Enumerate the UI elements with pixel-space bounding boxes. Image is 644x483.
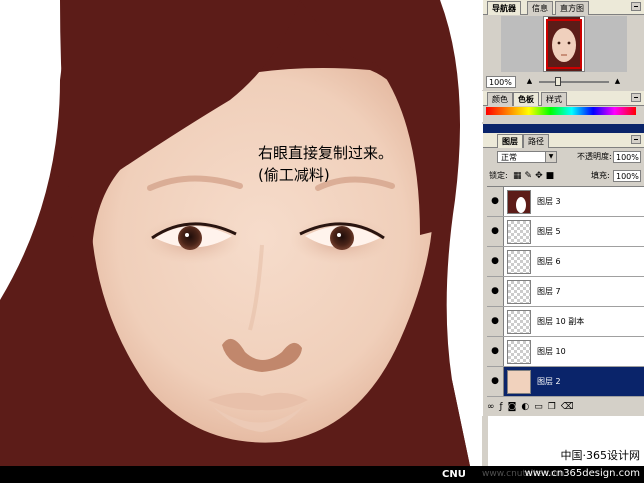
layer-name: 图层 10 副本 bbox=[537, 317, 585, 326]
layer-row[interactable]: ● 图层 10 bbox=[487, 337, 644, 367]
lock-transparency-icon[interactable]: ▦ bbox=[513, 171, 525, 181]
blend-mode-value: 正常 bbox=[501, 153, 517, 162]
navigator-preview bbox=[501, 16, 627, 72]
layers-menu-button[interactable] bbox=[631, 135, 641, 144]
tab-layers[interactable]: 图层 bbox=[497, 134, 523, 148]
view-box[interactable] bbox=[546, 19, 582, 69]
annotation-line-1: 右眼直接复制过来。 bbox=[258, 144, 394, 162]
fill-field[interactable]: 100% bbox=[613, 170, 641, 182]
watermark-top: 中国·365设计网 bbox=[560, 449, 641, 462]
chevron-down-icon: ▼ bbox=[545, 152, 556, 162]
layer-thumbnail bbox=[507, 280, 531, 304]
lock-paint-icon[interactable]: ✎ bbox=[525, 171, 536, 181]
layer-name: 图层 6 bbox=[537, 257, 561, 266]
fill-label: 填充: bbox=[591, 171, 610, 180]
trash-icon[interactable]: ⌫ bbox=[561, 402, 579, 412]
tab-info[interactable]: 信息 bbox=[527, 1, 553, 15]
layers-titlebar[interactable] bbox=[483, 124, 644, 133]
zoom-out-icon[interactable]: ▲ bbox=[525, 77, 534, 86]
new-layer-icon[interactable]: ❐ bbox=[548, 402, 561, 412]
folder-icon[interactable]: ▭ bbox=[534, 402, 548, 412]
swatch-strip[interactable] bbox=[486, 107, 636, 115]
layers-list: ● 图层 3 ● 图层 5 ● 图层 6 ● 图层 7 ● 图层 10 副本 ●… bbox=[487, 186, 644, 397]
swatches-menu-button[interactable] bbox=[631, 93, 641, 102]
eye-icon[interactable]: ● bbox=[487, 307, 504, 336]
face-illustration bbox=[0, 0, 470, 466]
tab-histogram[interactable]: 直方图 bbox=[555, 1, 589, 15]
blend-mode-select[interactable]: 正常 ▼ bbox=[497, 151, 557, 163]
eye-icon[interactable]: ● bbox=[487, 277, 504, 306]
layer-name: 图层 10 bbox=[537, 347, 566, 356]
mask-icon[interactable]: ◙ bbox=[508, 402, 522, 412]
watermark-url: www.cn365design.com bbox=[524, 468, 640, 479]
swatches-panel: 颜色 色板 样式 bbox=[482, 91, 644, 122]
navigator-menu-button[interactable] bbox=[631, 2, 641, 11]
eye-icon[interactable]: ● bbox=[487, 247, 504, 276]
document-canvas[interactable]: 右眼直接复制过来。 (偷工减料) bbox=[0, 0, 488, 466]
navigator-panel: 导航器 信息 直方图 100% ▲ ▲ bbox=[482, 0, 644, 90]
annotation-line-2: (偷工减料) bbox=[258, 166, 330, 184]
tab-navigator[interactable]: 导航器 bbox=[487, 1, 521, 15]
lock-move-icon[interactable]: ✥ bbox=[535, 171, 546, 181]
lock-label: 锁定: bbox=[489, 171, 508, 180]
adjustment-icon[interactable]: ◐ bbox=[521, 402, 534, 412]
layer-thumbnail bbox=[507, 250, 531, 274]
layer-row[interactable]: ● 图层 5 bbox=[487, 217, 644, 247]
lock-all-icon[interactable]: ■ bbox=[546, 171, 558, 181]
tab-color[interactable]: 颜色 bbox=[487, 92, 513, 106]
tab-swatches[interactable]: 色板 bbox=[513, 92, 539, 106]
swatches-tabs: 颜色 色板 样式 bbox=[483, 91, 644, 106]
layer-row[interactable]: ● 图层 3 bbox=[487, 187, 644, 217]
layer-name: 图层 3 bbox=[537, 197, 561, 206]
navigator-tabs: 导航器 信息 直方图 bbox=[483, 0, 644, 15]
opacity-field[interactable]: 100% bbox=[613, 151, 641, 163]
zoom-slider-handle[interactable] bbox=[555, 77, 561, 86]
layer-thumbnail bbox=[507, 190, 531, 214]
layers-tabs: 图层 路径 bbox=[483, 133, 644, 148]
layer-thumbnail bbox=[507, 220, 531, 244]
layer-thumbnail bbox=[507, 370, 531, 394]
layer-row[interactable]: ● 图层 6 bbox=[487, 247, 644, 277]
panels-dock: 导航器 信息 直方图 100% ▲ ▲ 颜色 色板 样式 图层 路径 正常 ▼ … bbox=[482, 0, 644, 466]
tab-styles[interactable]: 样式 bbox=[541, 92, 567, 106]
tab-paths[interactable]: 路径 bbox=[523, 134, 549, 148]
eye-icon[interactable]: ● bbox=[487, 187, 504, 216]
lock-icons: ▦✎✥■ bbox=[513, 171, 557, 181]
eye-icon[interactable]: ● bbox=[487, 217, 504, 246]
zoom-in-icon[interactable]: ▲ bbox=[613, 77, 622, 86]
layer-row-selected[interactable]: ● 图层 2 bbox=[487, 367, 644, 397]
layer-name: 图层 2 bbox=[537, 377, 561, 386]
annotation-text: 右眼直接复制过来。 (偷工减料) bbox=[258, 142, 458, 186]
opacity-label: 不透明度: bbox=[577, 152, 612, 161]
layer-style-icon[interactable]: ƒ bbox=[500, 402, 508, 412]
layer-thumbnail bbox=[507, 340, 531, 364]
layer-thumbnail bbox=[507, 310, 531, 334]
layers-panel: 图层 路径 正常 ▼ 不透明度: 100% 锁定: ▦✎✥■ 填充: 100% … bbox=[482, 124, 644, 416]
zoom-slider[interactable] bbox=[539, 81, 609, 83]
layer-name: 图层 7 bbox=[537, 287, 561, 296]
eye-icon[interactable]: ● bbox=[487, 367, 504, 396]
eye-icon[interactable]: ● bbox=[487, 337, 504, 366]
zoom-field[interactable]: 100% bbox=[486, 76, 516, 88]
layers-toolbar: ∞ƒ◙◐▭❐⌫ bbox=[487, 400, 641, 414]
link-icon[interactable]: ∞ bbox=[487, 402, 500, 412]
navigator-thumbnail[interactable] bbox=[543, 16, 585, 72]
layer-row[interactable]: ● 图层 10 副本 bbox=[487, 307, 644, 337]
layer-row[interactable]: ● 图层 7 bbox=[487, 277, 644, 307]
layer-name: 图层 5 bbox=[537, 227, 561, 236]
brand-logo: CNU bbox=[442, 469, 466, 480]
